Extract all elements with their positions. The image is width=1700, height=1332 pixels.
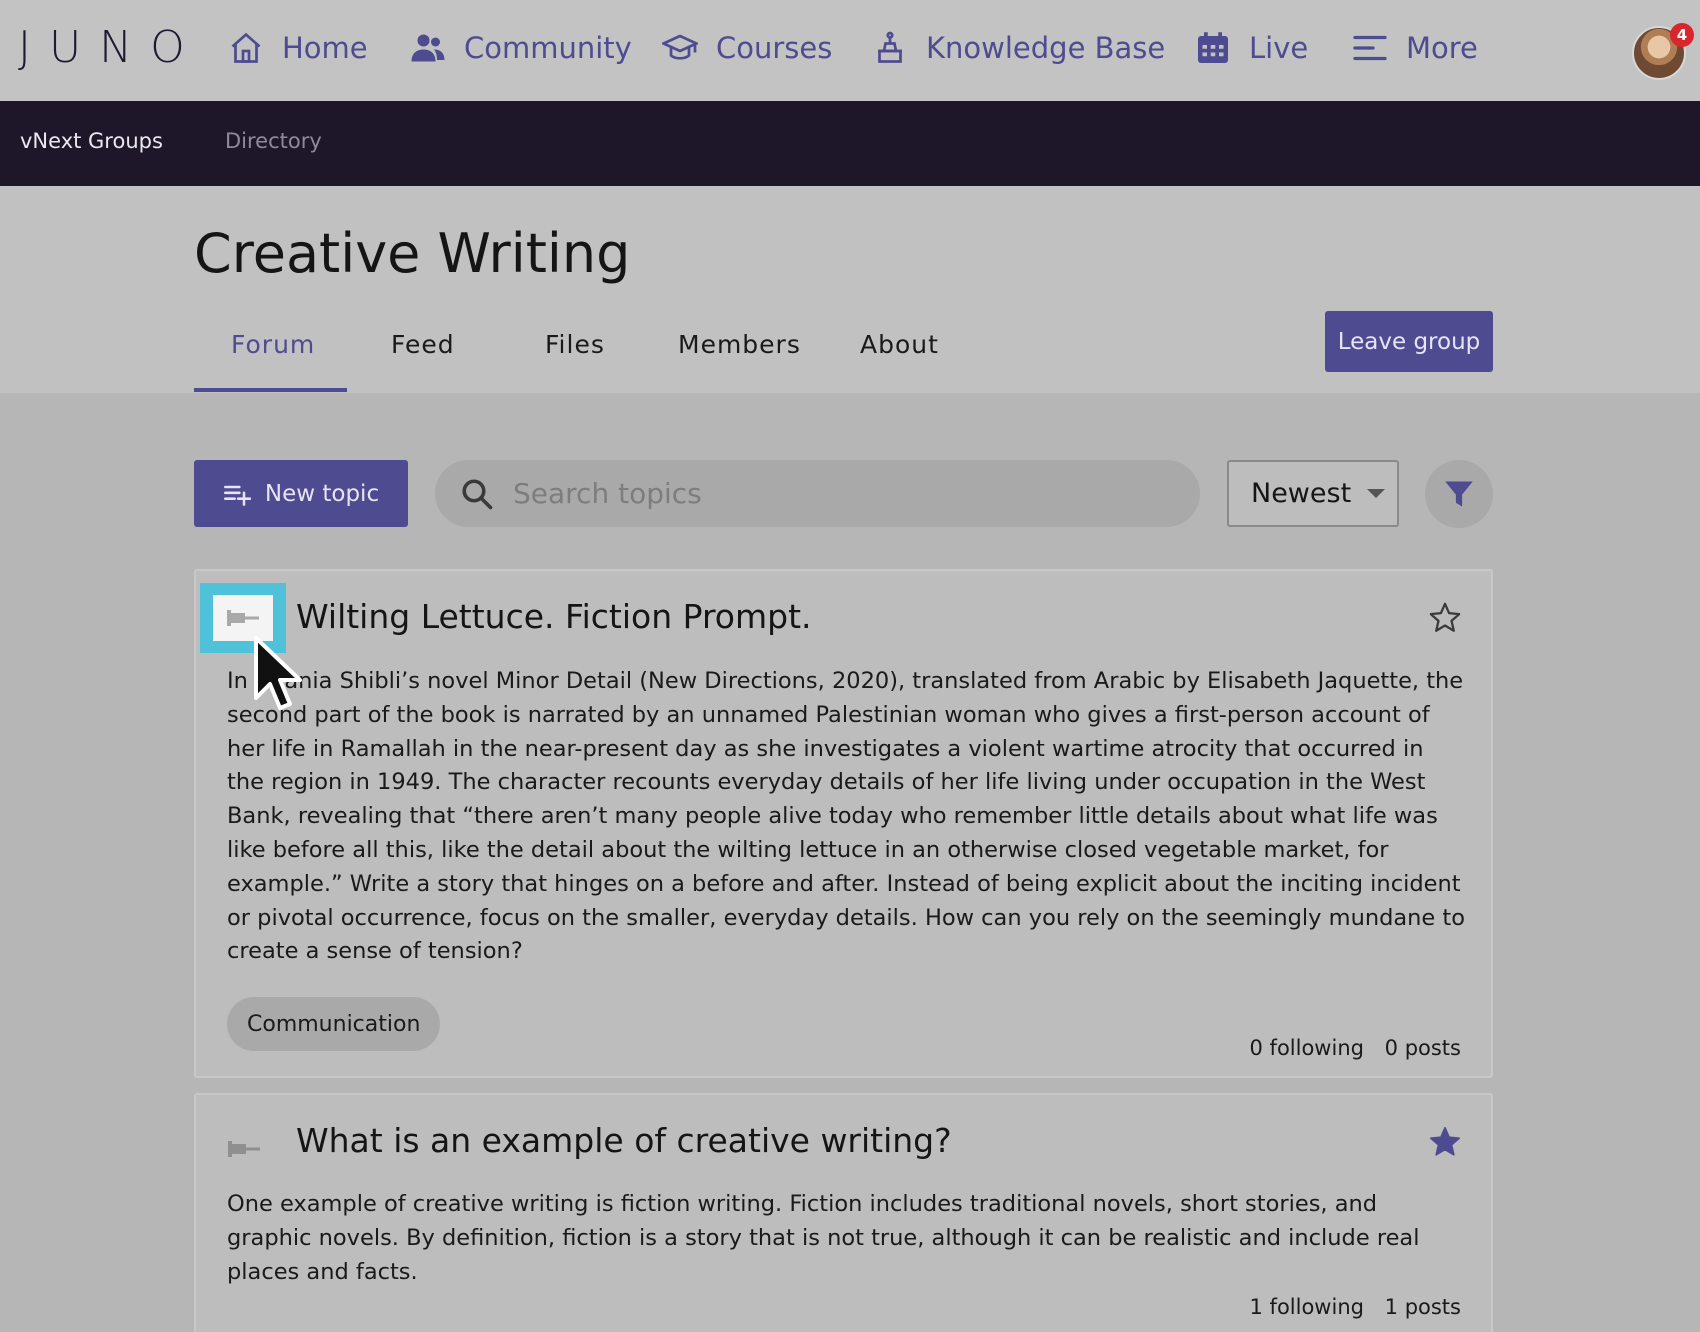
new-topic-label: New topic [264, 480, 380, 507]
posts-count: 1 posts [1384, 1295, 1461, 1319]
nav-live-label: Live [1249, 31, 1309, 65]
topic-card[interactable]: Wilting Lettuce. Fiction Prompt. In Adan… [194, 569, 1493, 1078]
nav-live[interactable]: Live [1195, 25, 1308, 71]
search-input[interactable] [513, 477, 1163, 510]
sort-dropdown[interactable]: Newest [1227, 460, 1399, 527]
juno-logo[interactable]: JUNO [18, 22, 203, 73]
tab-about[interactable]: About [860, 330, 939, 359]
notification-badge[interactable]: 4 [1670, 23, 1694, 47]
subnav-vnext-groups[interactable]: vNext Groups [20, 129, 163, 153]
nav-more[interactable]: More [1352, 25, 1478, 71]
following-count: 0 following [1249, 1036, 1364, 1060]
graduation-cap-icon [662, 34, 698, 60]
tab-feed[interactable]: Feed [391, 330, 455, 359]
tab-members[interactable]: Members [678, 330, 801, 359]
nav-knowledge-base-label: Knowledge Base [926, 31, 1166, 65]
nav-home[interactable]: Home [228, 25, 368, 71]
top-nav: JUNO Home Community Courses Knowledge Ba… [0, 0, 1700, 101]
active-tab-indicator [194, 388, 347, 392]
funnel-icon [1445, 481, 1473, 507]
pushpin-icon [227, 610, 259, 626]
sub-nav: vNext Groups Directory [0, 101, 1700, 186]
group-header: Creative Writing Forum Feed Files Member… [0, 186, 1700, 393]
menu-icon [1353, 35, 1387, 61]
new-topic-button[interactable]: New topic [194, 460, 408, 527]
tab-forum[interactable]: Forum [231, 330, 315, 359]
topic-body: One example of creative writing is ficti… [227, 1191, 1420, 1285]
pin-box [213, 595, 273, 641]
pin-toggle[interactable] [226, 1137, 262, 1165]
nav-community[interactable]: Community [410, 25, 632, 71]
nav-home-label: Home [282, 31, 368, 65]
home-icon [231, 32, 261, 63]
filter-button[interactable] [1425, 460, 1493, 528]
nav-more-label: More [1406, 31, 1478, 65]
topic-tag[interactable]: Communication [227, 997, 441, 1051]
sort-value: Newest [1251, 478, 1352, 509]
nav-courses-label: Courses [716, 31, 833, 65]
tab-files[interactable]: Files [545, 330, 605, 359]
topic-body: In Adania Shibli’s novel Minor Detail (N… [227, 668, 1466, 965]
add-list-icon [223, 485, 251, 506]
nav-community-label: Community [464, 31, 632, 65]
leave-group-button[interactable]: Leave group [1325, 311, 1493, 372]
topic-title[interactable]: What is an example of creative writing? [296, 1121, 952, 1160]
pushpin-icon [228, 1141, 260, 1157]
subnav-directory[interactable]: Directory [225, 129, 322, 153]
calendar-icon [1198, 32, 1228, 63]
topic-stats: 1 following 1 posts [1250, 1295, 1461, 1319]
caret-down-icon [1367, 489, 1386, 498]
following-count: 1 following [1249, 1295, 1364, 1319]
topic-stats: 0 following 0 posts [1250, 1036, 1461, 1060]
page-title: Creative Writing [194, 222, 631, 285]
star-filled-icon[interactable] [1428, 1125, 1462, 1159]
nav-knowledge-base[interactable]: Knowledge Base [872, 25, 1165, 71]
star-outline-icon[interactable] [1428, 601, 1462, 635]
nav-courses[interactable]: Courses [662, 25, 832, 71]
pin-toggle[interactable] [200, 583, 286, 653]
lamp-icon [878, 31, 902, 63]
topic-card[interactable]: What is an example of creative writing? … [194, 1093, 1493, 1332]
search-bar[interactable] [435, 460, 1200, 527]
people-icon [411, 34, 445, 62]
posts-count: 0 posts [1384, 1036, 1461, 1060]
search-icon [462, 478, 493, 509]
topic-title[interactable]: Wilting Lettuce. Fiction Prompt. [296, 597, 812, 636]
